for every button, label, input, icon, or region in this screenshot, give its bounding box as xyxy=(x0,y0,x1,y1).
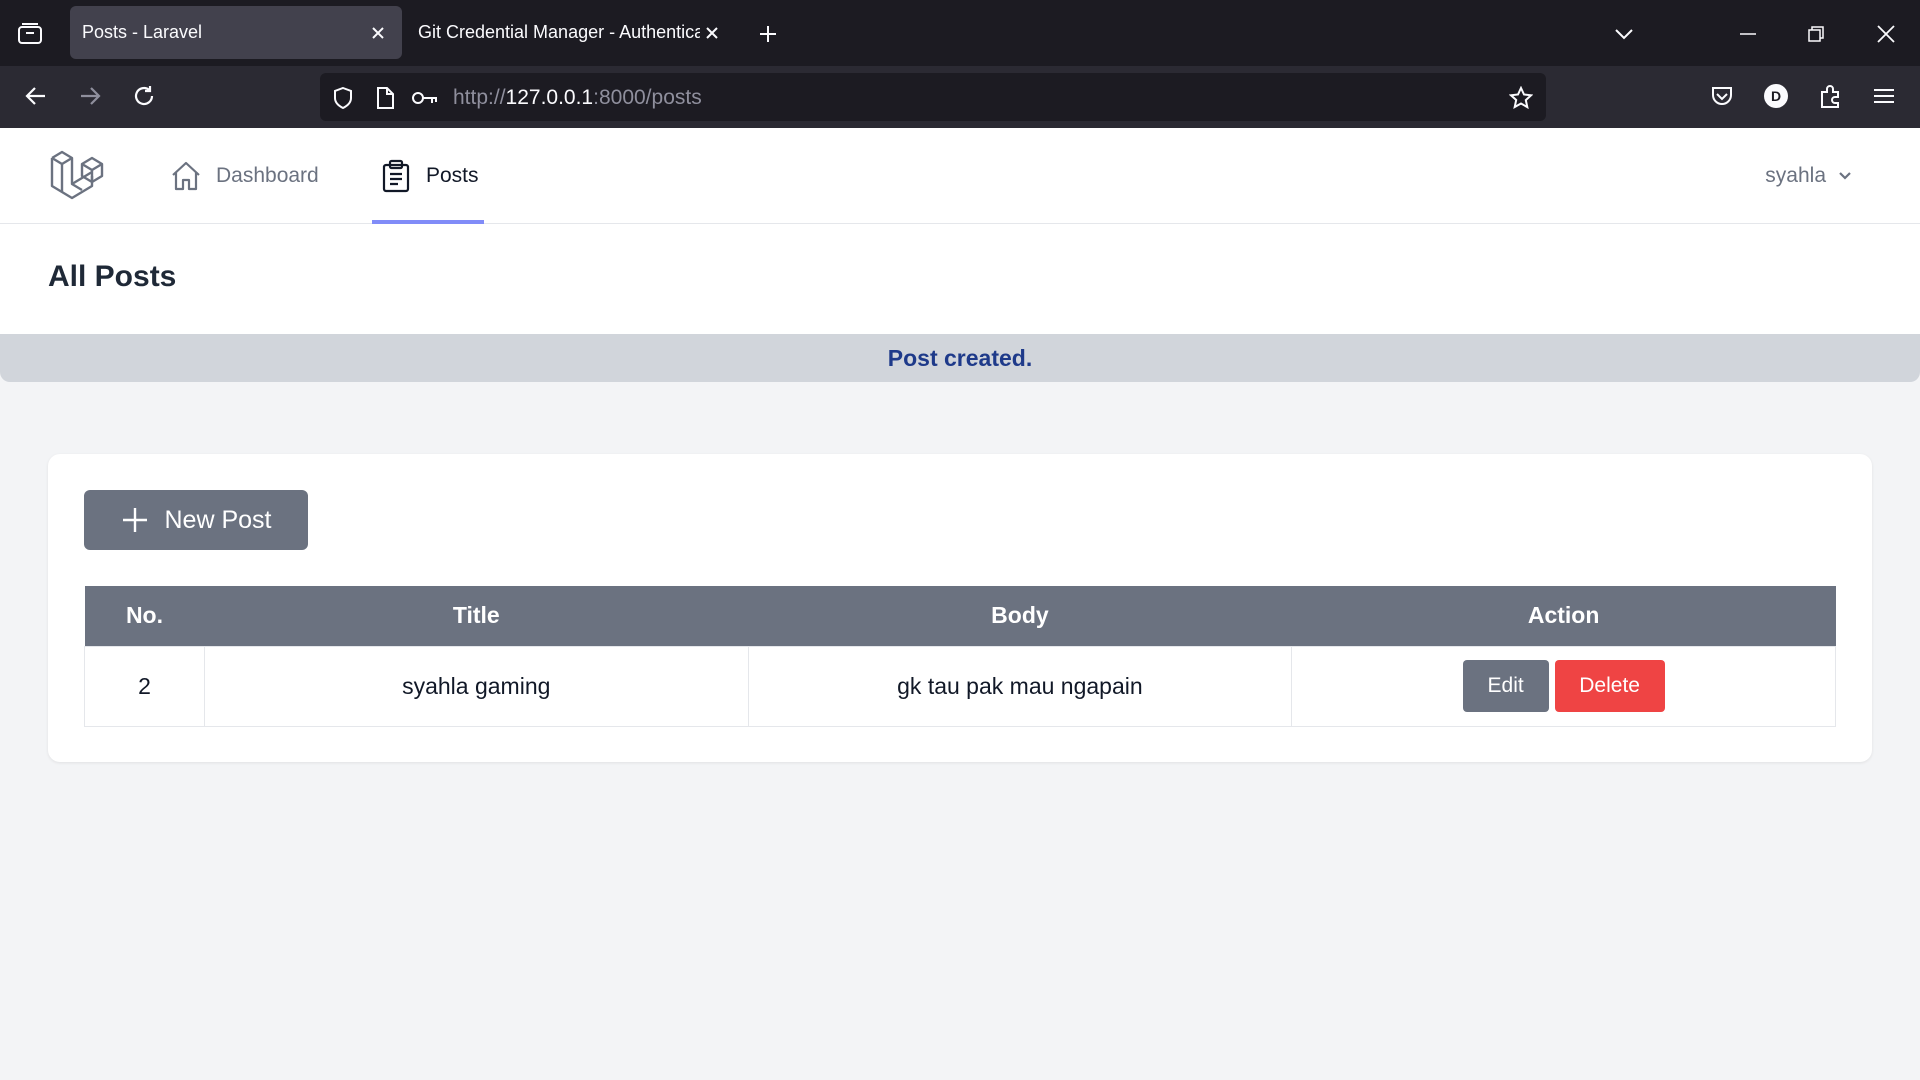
tab-list-icon[interactable] xyxy=(12,18,48,50)
new-post-button[interactable]: New Post xyxy=(84,490,308,550)
header-action: Action xyxy=(1291,586,1836,646)
table-row: 2 syahla gaming gk tau pak mau ngapain E… xyxy=(84,645,1836,727)
app-navigation: Dashboard Posts syahla xyxy=(0,128,1920,224)
table-header-row: No. Title Body Action xyxy=(84,586,1836,646)
tab-posts-laravel[interactable]: Posts - Laravel xyxy=(70,6,402,59)
tab-title: Posts - Laravel xyxy=(82,22,203,42)
forward-arrow-icon[interactable] xyxy=(70,76,110,116)
page-header: All Posts xyxy=(0,224,1920,334)
user-dropdown[interactable]: syahla xyxy=(1765,128,1852,224)
posts-table: No. Title Body Action 2 syahla gaming gk… xyxy=(84,586,1836,727)
nav-posts-label: Posts xyxy=(426,164,479,187)
close-window-icon[interactable] xyxy=(1866,14,1906,54)
profile-initial: D xyxy=(1764,84,1788,108)
key-icon[interactable] xyxy=(412,85,438,111)
header-no: No. xyxy=(84,586,205,646)
header-title: Title xyxy=(204,586,749,646)
edit-button[interactable]: Edit xyxy=(1462,660,1549,712)
new-tab-plus-icon[interactable] xyxy=(752,18,784,50)
url-bar[interactable]: http://127.0.0.1:8000/posts xyxy=(320,73,1546,121)
close-icon[interactable] xyxy=(700,21,724,45)
nav-dashboard[interactable]: Dashboard xyxy=(168,128,319,224)
plus-icon xyxy=(121,506,149,534)
url-host: 127.0.0.1 xyxy=(505,86,594,109)
minimize-icon[interactable] xyxy=(1728,14,1768,54)
back-arrow-icon[interactable] xyxy=(16,76,56,116)
url-scheme: http:// xyxy=(453,86,506,109)
home-icon xyxy=(168,158,204,194)
flash-message: Post created. xyxy=(0,334,1920,382)
url-path: :8000/posts xyxy=(593,86,702,109)
delete-button[interactable]: Delete xyxy=(1554,660,1665,712)
cell-no: 2 xyxy=(84,645,205,727)
url-text: http://127.0.0.1:8000/posts xyxy=(453,86,702,110)
hamburger-menu-icon[interactable] xyxy=(1864,76,1904,116)
page-icon[interactable] xyxy=(372,85,398,111)
header-body: Body xyxy=(748,586,1292,646)
shield-icon[interactable] xyxy=(330,85,356,111)
browser-nav-bar: http://127.0.0.1:8000/posts D xyxy=(0,66,1920,128)
restore-icon[interactable] xyxy=(1796,14,1836,54)
page-title: All Posts xyxy=(48,260,177,293)
row-actions: Edit Delete xyxy=(1292,660,1835,712)
reload-icon[interactable] xyxy=(124,76,164,116)
cell-title: syahla gaming xyxy=(203,645,749,727)
posts-card: New Post No. Title Body Action 2 syahla … xyxy=(48,454,1872,762)
bookmark-star-icon[interactable] xyxy=(1508,85,1534,111)
extensions-icon[interactable] xyxy=(1810,76,1850,116)
cell-body: gk tau pak mau ngapain xyxy=(747,645,1293,727)
user-name: syahla xyxy=(1765,164,1826,187)
pocket-icon[interactable] xyxy=(1702,76,1742,116)
cell-action: Edit Delete xyxy=(1291,645,1836,727)
new-post-label: New Post xyxy=(164,505,272,534)
browser-tab-bar: Posts - Laravel Git Credential Manager -… xyxy=(0,0,1920,66)
laravel-logo-icon[interactable] xyxy=(50,150,104,202)
tab-title: Git Credential Manager - Authentica xyxy=(418,22,700,42)
nav-dashboard-label: Dashboard xyxy=(216,164,319,187)
profile-avatar[interactable]: D xyxy=(1756,76,1796,116)
clipboard-icon xyxy=(378,158,414,194)
tab-git-credential-manager[interactable]: Git Credential Manager - Authentica xyxy=(406,6,736,59)
chevron-down-icon xyxy=(1838,171,1852,181)
close-icon[interactable] xyxy=(366,21,390,45)
nav-posts[interactable]: Posts xyxy=(378,128,479,224)
chevron-down-icon[interactable] xyxy=(1604,14,1644,54)
